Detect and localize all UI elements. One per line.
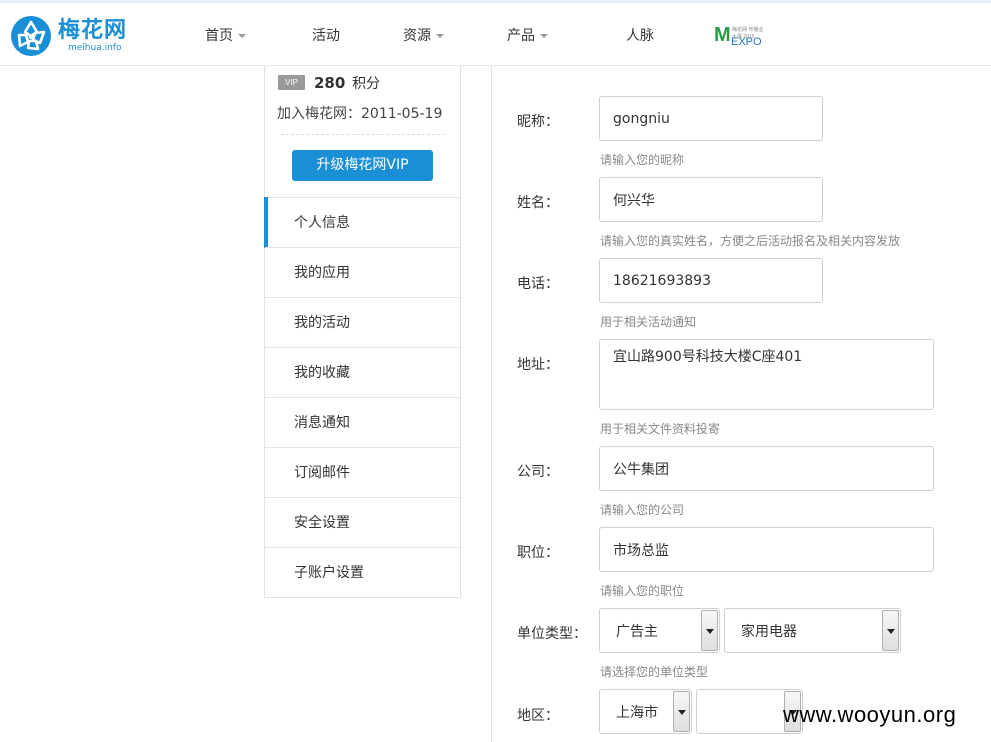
join-date: 加入梅花网：2011-05-19 xyxy=(277,106,443,122)
sidebar-item-label: 安全设置 xyxy=(294,515,350,531)
address-value: 宜山路900号科技大楼C座401 xyxy=(613,349,803,365)
sidebar-item-label: 我的收藏 xyxy=(294,365,350,381)
chevron-down-icon[interactable] xyxy=(701,610,718,651)
nickname-label: 昵称： xyxy=(517,114,559,130)
points-display: 280 积分 xyxy=(314,73,380,93)
chevron-down-icon xyxy=(436,34,444,38)
nav-resources[interactable]: 资源 xyxy=(403,25,444,45)
nickname-hint: 请输入您的昵称 xyxy=(600,153,685,167)
realname-input[interactable]: 何兴华 xyxy=(599,177,823,222)
realname-hint: 请输入您的真实姓名，方便之后活动报名及相关内容发放 xyxy=(600,234,901,248)
address-textarea[interactable]: 宜山路900号科技大楼C座401 xyxy=(599,339,934,410)
unit-type-select[interactable]: 广告主 xyxy=(599,608,720,653)
divider xyxy=(281,134,445,135)
watermark: www.wooyun.org xyxy=(783,702,957,727)
sidebar-item-label: 子账户设置 xyxy=(294,565,364,581)
position-label: 职位： xyxy=(517,545,559,561)
company-value: 公牛集团 xyxy=(613,461,669,478)
logo-name-en: meihua.info xyxy=(68,43,122,53)
sidebar-item-security[interactable]: 安全设置 xyxy=(265,497,460,547)
sidebar-item-label: 个人信息 xyxy=(294,215,350,231)
points-value: 280 xyxy=(314,74,346,92)
nav-products[interactable]: 产品 xyxy=(507,25,548,45)
region-label: 地区： xyxy=(517,708,559,724)
phone-value: 18621693893 xyxy=(613,272,711,289)
sidebar-item-subscriptions[interactable]: 订阅邮件 xyxy=(265,447,460,497)
nav-home[interactable]: 首页 xyxy=(205,25,246,45)
chevron-down-icon[interactable] xyxy=(882,610,899,651)
account-menu: 个人信息 我的应用 我的活动 我的收藏 消息通知 订阅邮件 安全设置 子账户设置 xyxy=(264,197,460,597)
expo-mark: M xyxy=(714,24,731,46)
content-divider xyxy=(491,66,492,742)
phone-input[interactable]: 18621693893 xyxy=(599,258,823,303)
upgrade-vip-button[interactable]: 升级梅花网VIP xyxy=(292,150,433,181)
vip-badge: VIP xyxy=(278,75,305,90)
logo-name-cn: 梅花网 xyxy=(58,18,128,43)
plum-blossom-logo-icon xyxy=(11,16,51,56)
chevron-down-icon[interactable] xyxy=(673,691,690,732)
sidebar-item-personal-info[interactable]: 个人信息 xyxy=(264,197,460,248)
address-hint: 用于相关文件资料投寄 xyxy=(600,422,721,436)
unit-type-label: 单位类型： xyxy=(517,626,587,642)
phone-label: 电话： xyxy=(517,276,559,292)
unit-type-hint: 请选择您的单位类型 xyxy=(600,665,709,679)
company-hint: 请输入您的公司 xyxy=(600,503,685,517)
sidebar-item-label: 我的活动 xyxy=(294,315,350,331)
company-label: 公司： xyxy=(517,464,559,480)
province-select[interactable]: 上海市 xyxy=(599,689,692,734)
sidebar-item-label: 订阅邮件 xyxy=(294,465,350,481)
phone-hint: 用于相关活动通知 xyxy=(600,315,697,329)
nav-network-label: 人脉 xyxy=(626,28,654,44)
nav-events-label: 活动 xyxy=(312,28,340,44)
position-hint: 请输入您的职位 xyxy=(600,584,685,598)
site-logo[interactable]: 梅花网 meihua.info xyxy=(10,14,140,58)
expo-word: EXPO xyxy=(731,36,762,48)
sidebar-item-sub-accounts[interactable]: 子账户设置 xyxy=(265,547,460,597)
company-input[interactable]: 公牛集团 xyxy=(599,446,934,491)
sidebar-item-my-apps[interactable]: 我的应用 xyxy=(265,247,460,297)
sidebar-item-label: 我的应用 xyxy=(294,265,350,281)
sidebar-item-my-events[interactable]: 我的活动 xyxy=(265,297,460,347)
nav-products-label: 产品 xyxy=(507,28,535,44)
position-input[interactable]: 市场总监 xyxy=(599,527,934,572)
chevron-down-icon xyxy=(540,34,548,38)
sidebar-item-label: 消息通知 xyxy=(294,415,350,431)
sidebar-item-my-favorites[interactable]: 我的收藏 xyxy=(265,347,460,397)
account-sidebar: VIP 280 积分 加入梅花网：2011-05-19 升级梅花网VIP 个人信… xyxy=(264,66,461,598)
site-header: 梅花网 meihua.info 首页 活动 资源 产品 人脉 M 梅花网 传播业… xyxy=(0,3,991,66)
unit-type-value: 广告主 xyxy=(616,623,658,640)
unit-subtype-value: 家用电器 xyxy=(741,623,797,640)
sidebar-item-notifications[interactable]: 消息通知 xyxy=(265,397,460,447)
position-value: 市场总监 xyxy=(613,542,669,559)
points-unit: 积分 xyxy=(352,76,381,92)
nickname-input[interactable]: gongniu xyxy=(599,96,823,141)
realname-value: 何兴华 xyxy=(613,192,655,209)
address-label: 地址： xyxy=(517,357,559,373)
nav-network[interactable]: 人脉 xyxy=(626,25,654,45)
realname-label: 姓名： xyxy=(517,195,559,211)
unit-subtype-select[interactable]: 家用电器 xyxy=(724,608,901,653)
chevron-down-icon xyxy=(238,34,246,38)
nickname-value: gongniu xyxy=(613,110,670,127)
nav-resources-label: 资源 xyxy=(403,28,431,44)
province-value: 上海市 xyxy=(616,704,658,721)
nav-home-label: 首页 xyxy=(205,28,233,44)
nav-events[interactable]: 活动 xyxy=(312,25,340,45)
expo-logo[interactable]: M 梅花网 传播业大展 2015 EXPO xyxy=(714,23,766,49)
